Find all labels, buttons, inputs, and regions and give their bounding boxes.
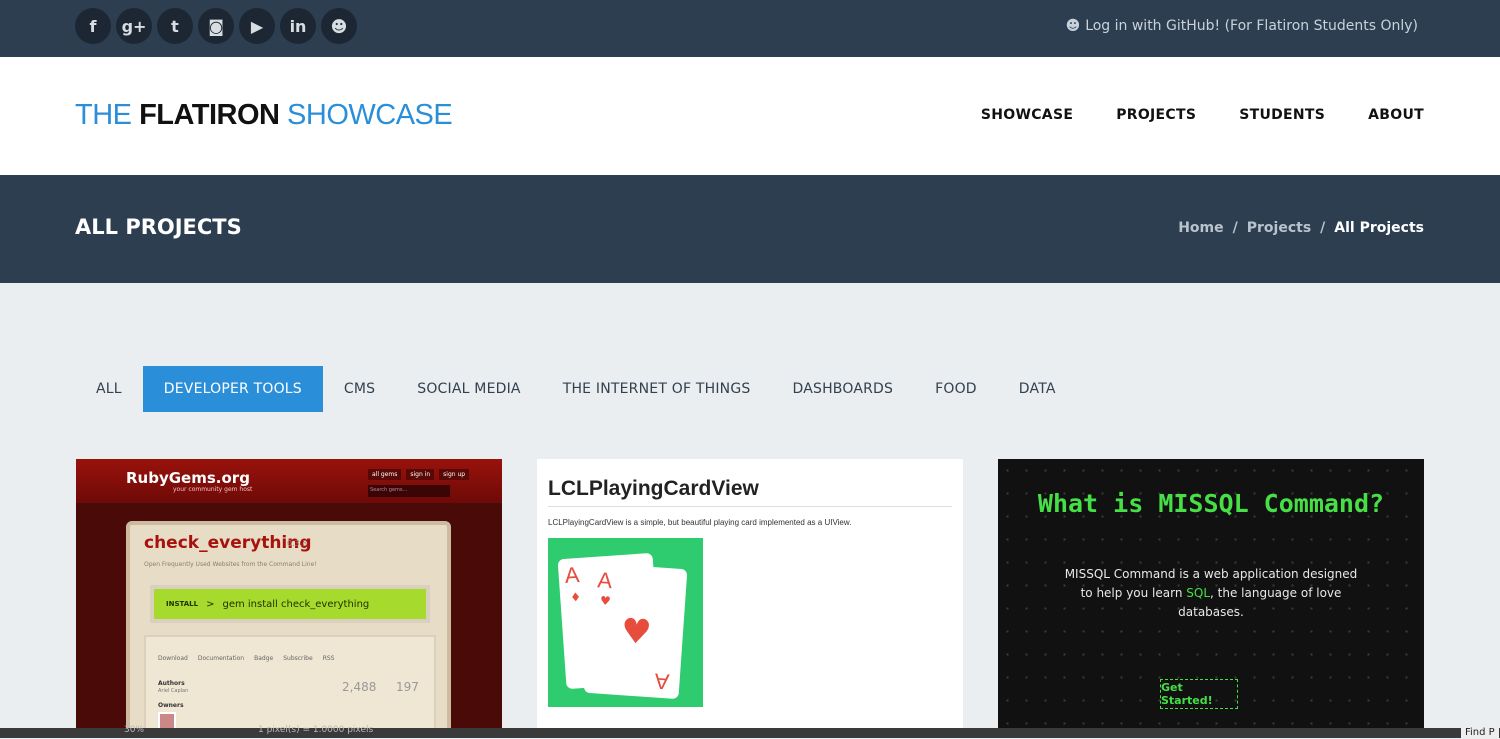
filter-data[interactable]: DATA (998, 366, 1077, 412)
rubygems-nav: all gems sign in sign up (368, 469, 470, 480)
page-title-band: ALL PROJECTS Home / Projects / All Proje… (0, 175, 1500, 283)
nav-projects[interactable]: PROJECTS (1116, 107, 1196, 123)
gem-link-rss: RSS (322, 655, 335, 662)
rubygems-search: Search gems... (368, 485, 450, 497)
project-card-missql-command[interactable]: What is MISSQL Command? MISSQL Command i… (998, 459, 1424, 734)
gem-author-name: Ariel Caplan (158, 688, 189, 694)
site-logo[interactable]: THE FLATIRON SHOWCASE (75, 99, 453, 132)
gem-link-documentation: Documentation (197, 655, 245, 662)
diamond-icon: ♦ (569, 589, 582, 605)
card-rank: A (596, 567, 614, 594)
linkedin-icon[interactable]: in (280, 8, 316, 44)
card-rank-inverted: A (653, 668, 671, 695)
gem-version: 0.3.3 (287, 539, 308, 548)
missql-description: MISSQL Command is a web application desi… (1058, 565, 1364, 622)
github-login-link[interactable]: ☻ Log in with GitHub! (For Flatiron Stud… (1066, 18, 1418, 34)
category-filters: ALL DEVELOPER TOOLS CMS SOCIAL MEDIA THE… (75, 366, 1077, 412)
app-status-bar: 30% 1 pixel(s) = 1.0000 pixels Find P (0, 725, 1500, 739)
gem-link-download: Download (158, 655, 188, 662)
rubygems-sign-in: sign in (406, 469, 435, 480)
logo-part-showcase: SHOWCASE (279, 99, 453, 131)
github-login-label: Log in with GitHub! (For Flatiron Studen… (1085, 18, 1418, 34)
filter-food[interactable]: FOOD (914, 366, 998, 412)
gem-summary: Open Frequently Used Websites from the C… (144, 561, 317, 568)
main-nav: SHOWCASE PROJECTS STUDENTS ABOUT (981, 107, 1424, 123)
filter-developer-tools[interactable]: DEVELOPER TOOLS (142, 366, 323, 412)
gem-links: Download Documentation Badge Subscribe R… (158, 655, 334, 662)
gem-links-panel: Download Documentation Badge Subscribe R… (144, 635, 436, 734)
gem-install-box: INSTALL > gem install check_everything (150, 585, 430, 623)
page-title: ALL PROJECTS (75, 215, 242, 239)
install-command: gem install check_everything (222, 598, 370, 610)
github-icon[interactable]: ☻ (321, 8, 357, 44)
lcl-title: LCLPlayingCardView (548, 477, 759, 500)
missql-sql-link: SQL (1186, 586, 1211, 600)
project-card-lclplayingcardview[interactable]: LCLPlayingCardView LCLPlayingCardView is… (537, 459, 963, 734)
zoom-level: 30% (124, 725, 145, 735)
breadcrumb-projects[interactable]: Projects (1247, 220, 1311, 236)
breadcrumb-home[interactable]: Home (1178, 220, 1223, 236)
nav-students[interactable]: STUDENTS (1239, 107, 1325, 123)
youtube-icon[interactable]: ▶ (239, 8, 275, 44)
playing-card-front: A ♥ ♥ A (583, 562, 688, 700)
breadcrumb-current: All Projects (1334, 220, 1424, 236)
filter-social-media[interactable]: SOCIAL MEDIA (396, 366, 541, 412)
lcl-description: LCLPlayingCardView is a simple, but beau… (548, 518, 852, 527)
missql-title: What is MISSQL Command? (1037, 489, 1385, 518)
gem-panel: check_everything 0.3.3 Open Frequently U… (126, 521, 451, 734)
facebook-icon[interactable]: f (75, 8, 111, 44)
breadcrumb: Home / Projects / All Projects (1178, 220, 1424, 236)
install-label: INSTALL (166, 600, 199, 608)
breadcrumb-separator: / (1232, 220, 1238, 236)
rubygems-sign-up: sign up (439, 469, 470, 480)
filter-all[interactable]: ALL (75, 366, 143, 412)
gem-link-badge: Badge (254, 655, 274, 662)
nav-showcase[interactable]: SHOWCASE (981, 107, 1073, 123)
lcl-divider (548, 506, 952, 507)
logo-part-flatiron: FLATIRON (139, 99, 280, 131)
playing-cards-image: A ♦ A ♥ ♥ A (548, 538, 703, 707)
site-header: THE FLATIRON SHOWCASE SHOWCASE PROJECTS … (0, 57, 1500, 175)
heart-icon: ♥ (619, 611, 653, 654)
nav-about[interactable]: ABOUT (1368, 107, 1424, 123)
chevron-right-icon: > (206, 598, 215, 610)
card-rank: A (563, 562, 581, 588)
gem-owners-label: Owners (158, 702, 184, 709)
gem-downloads-version: 197 (396, 680, 419, 694)
social-links: f g+ t ◙ ▶ in ☻ (75, 8, 357, 44)
top-bar: f g+ t ◙ ▶ in ☻ ☻ Log in with GitHub! (F… (0, 0, 1500, 57)
gem-link-subscribe: Subscribe (283, 655, 313, 662)
instagram-icon[interactable]: ◙ (198, 8, 234, 44)
twitter-icon[interactable]: t (157, 8, 193, 44)
project-card-check-everything[interactable]: RubyGems.org your community gem host all… (76, 459, 502, 734)
logo-part-the: THE (75, 99, 140, 131)
gem-authors-label: Authors (158, 680, 185, 687)
gem-downloads-total: 2,488 (342, 680, 377, 694)
google-plus-icon[interactable]: g+ (116, 8, 152, 44)
get-started-button: Get Started! (1160, 679, 1238, 709)
rubygems-header: RubyGems.org your community gem host all… (76, 459, 502, 503)
heart-small-icon: ♥ (599, 593, 612, 609)
find-field[interactable]: Find P (1461, 727, 1499, 739)
breadcrumb-separator: / (1320, 220, 1326, 236)
filter-internet-of-things[interactable]: THE INTERNET OF THINGS (542, 366, 772, 412)
filter-cms[interactable]: CMS (323, 366, 396, 412)
github-icon: ☻ (1065, 18, 1081, 34)
rubygems-tagline: your community gem host (173, 486, 253, 493)
filter-dashboards[interactable]: DASHBOARDS (771, 366, 914, 412)
rubygems-logo: RubyGems.org (126, 469, 250, 487)
rubygems-all-gems: all gems (368, 469, 402, 480)
pixel-ratio: 1 pixel(s) = 1.0000 pixels (258, 725, 374, 735)
